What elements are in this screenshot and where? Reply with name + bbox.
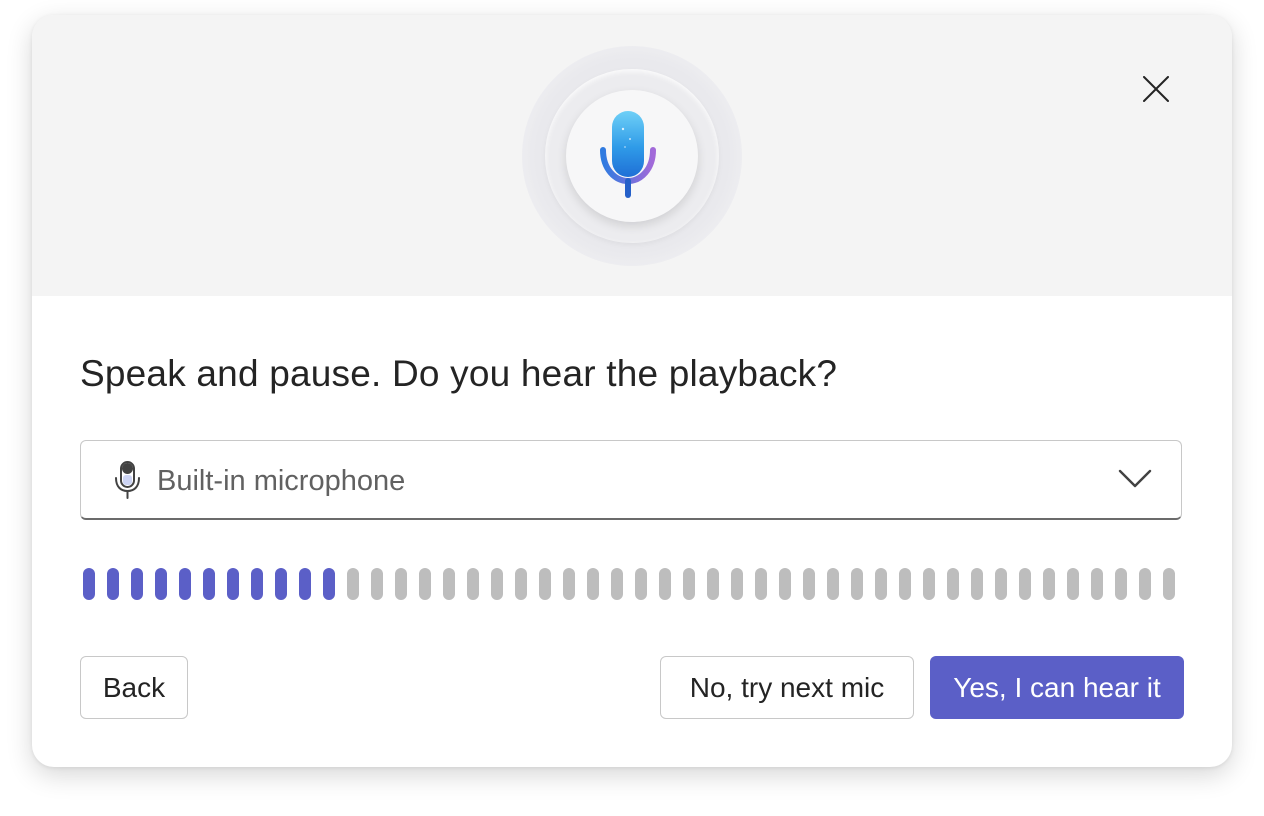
confirm-hear-button[interactable]: Yes, I can hear it bbox=[930, 656, 1184, 719]
level-segment-active bbox=[179, 568, 191, 600]
level-segment-active bbox=[107, 568, 119, 600]
level-segment-inactive bbox=[659, 568, 671, 600]
level-segment-inactive bbox=[899, 568, 911, 600]
level-segment-inactive bbox=[1163, 568, 1175, 600]
microphone-icon bbox=[115, 461, 140, 499]
level-segment-active bbox=[227, 568, 239, 600]
level-segment-inactive bbox=[779, 568, 791, 600]
level-segment-inactive bbox=[1019, 568, 1031, 600]
level-segment-inactive bbox=[1139, 568, 1151, 600]
level-segment-inactive bbox=[563, 568, 575, 600]
level-segment-inactive bbox=[995, 568, 1007, 600]
level-segment-inactive bbox=[875, 568, 887, 600]
level-segment-active bbox=[299, 568, 311, 600]
level-segment-inactive bbox=[467, 568, 479, 600]
level-segment-inactive bbox=[683, 568, 695, 600]
close-button[interactable] bbox=[1138, 71, 1174, 107]
level-segment-inactive bbox=[1067, 568, 1079, 600]
level-segment-inactive bbox=[971, 568, 983, 600]
level-segment-inactive bbox=[1043, 568, 1055, 600]
level-segment-inactive bbox=[923, 568, 935, 600]
level-segment-inactive bbox=[515, 568, 527, 600]
mic-test-dialog: Speak and pause. Do you hear the playbac… bbox=[32, 15, 1232, 767]
level-segment-inactive bbox=[635, 568, 647, 600]
microphone-icon bbox=[600, 111, 656, 198]
back-button[interactable]: Back bbox=[80, 656, 188, 719]
level-segment-inactive bbox=[851, 568, 863, 600]
level-segment-active bbox=[275, 568, 287, 600]
level-segment-active bbox=[131, 568, 143, 600]
level-segment-inactive bbox=[1091, 568, 1103, 600]
close-icon bbox=[1143, 76, 1169, 102]
level-segment-inactive bbox=[419, 568, 431, 600]
level-segment-inactive bbox=[731, 568, 743, 600]
microphone-select[interactable]: Built-in microphone bbox=[80, 440, 1182, 520]
level-segment-inactive bbox=[539, 568, 551, 600]
level-segment-active bbox=[83, 568, 95, 600]
level-segment-inactive bbox=[803, 568, 815, 600]
try-next-mic-button[interactable]: No, try next mic bbox=[660, 656, 914, 719]
level-segment-inactive bbox=[443, 568, 455, 600]
level-segment-inactive bbox=[611, 568, 623, 600]
level-segment-inactive bbox=[755, 568, 767, 600]
level-segment-active bbox=[155, 568, 167, 600]
selected-microphone: Built-in microphone bbox=[157, 465, 406, 497]
level-segment-inactive bbox=[947, 568, 959, 600]
mic-pulse-rings bbox=[522, 46, 742, 266]
level-segment-inactive bbox=[491, 568, 503, 600]
mic-level-meter bbox=[83, 568, 1183, 600]
level-segment-inactive bbox=[827, 568, 839, 600]
level-segment-active bbox=[203, 568, 215, 600]
level-segment-inactive bbox=[1115, 568, 1127, 600]
level-segment-active bbox=[323, 568, 335, 600]
level-segment-inactive bbox=[587, 568, 599, 600]
level-segment-active bbox=[251, 568, 263, 600]
level-segment-inactive bbox=[371, 568, 383, 600]
chevron-down-icon bbox=[1118, 469, 1152, 488]
level-segment-inactive bbox=[707, 568, 719, 600]
level-segment-inactive bbox=[395, 568, 407, 600]
dialog-title: Speak and pause. Do you hear the playbac… bbox=[80, 353, 838, 394]
level-segment-inactive bbox=[347, 568, 359, 600]
dialog-hero bbox=[32, 15, 1232, 296]
